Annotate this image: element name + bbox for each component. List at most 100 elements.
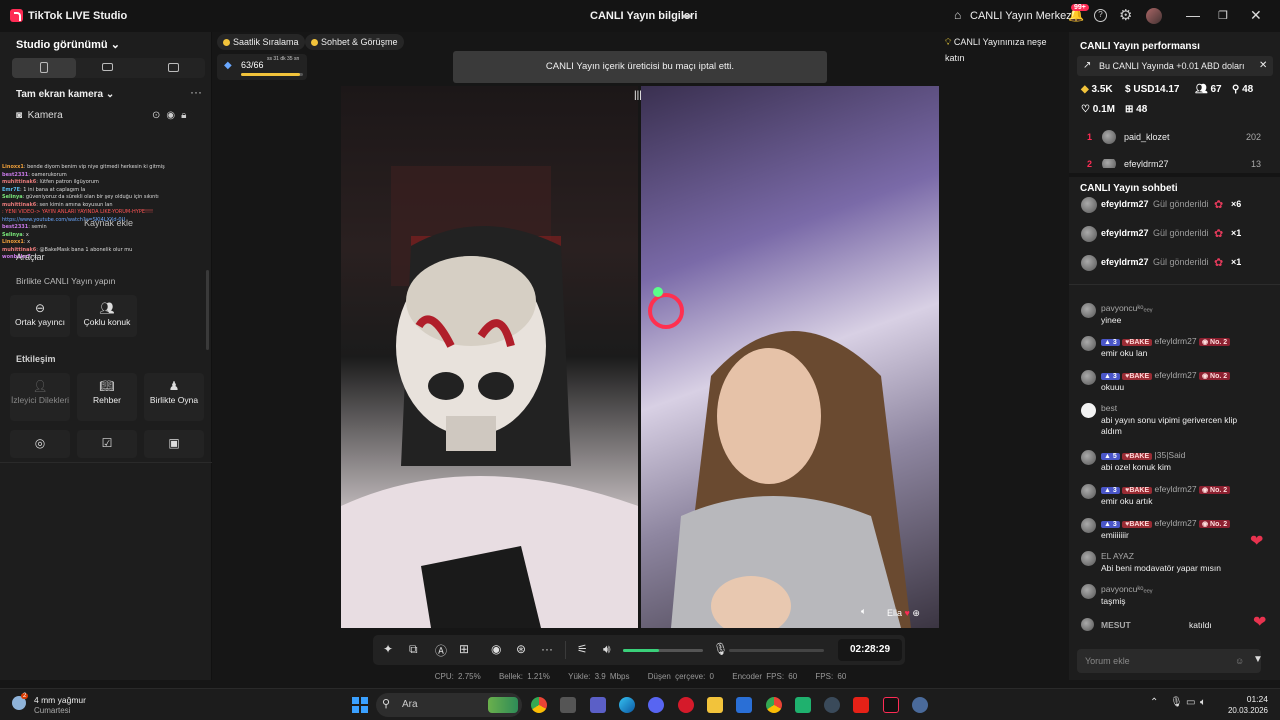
chat-message[interactable]: ▲ 3 ♥BAKE efeyldrm27 ◉ No. 2 okuuu [1081, 370, 1241, 393]
teams-icon[interactable] [590, 697, 606, 713]
fan-badge-label: BAKE [1129, 453, 1150, 460]
overlay-chat-line: Linoxx1: x [2, 239, 207, 247]
viewer-stat: 👥︎ 67 [1195, 84, 1222, 95]
add-joy-pill[interactable]: 💡︎ CANLI Yayınınıza neşe katın [939, 34, 1068, 63]
avatar[interactable] [1146, 8, 1162, 24]
overlay-chat-line: muhittinak6: sen kimin amına koyusun lan [2, 202, 207, 210]
viewer-wishes-button[interactable]: 👤︎ İzleyici Dilekleri [10, 373, 70, 421]
windows-start-icon[interactable] [352, 697, 368, 713]
maximize-icon[interactable]: ❐ [1218, 9, 1228, 22]
speaker-icon[interactable]: 🔈︎ [861, 606, 866, 617]
home-icon[interactable]: ⌂ [954, 8, 961, 22]
screen-icon[interactable]: ⊞ [459, 642, 469, 656]
explorer-icon[interactable] [707, 697, 723, 713]
speaker-icon[interactable]: 🔈︎ [1200, 697, 1206, 708]
camera-switch-icon[interactable]: ⊛ [516, 642, 526, 656]
emoji-icon[interactable]: ☺ [1235, 649, 1244, 673]
play-together-button[interactable]: ♟ Birlikte Oyna [144, 373, 204, 421]
chat-message[interactable]: EL AYAZ Abi beni modavatör yapar mısın [1081, 551, 1241, 574]
cohost-button[interactable]: ⊖ Ortak yayıncı [10, 295, 70, 337]
weather-text[interactable]: 4 mm yağmur [34, 695, 86, 705]
chat-user: efeyldrm27 [1154, 518, 1197, 528]
chrome-2-icon[interactable] [766, 697, 782, 713]
host-video[interactable] [341, 86, 638, 628]
left-scrollbar[interactable] [206, 270, 209, 350]
magic-icon[interactable]: ✦ [383, 642, 393, 656]
chat-message[interactable]: ▲ 5 ♥BAKE |35|Said abi ozel konuk kim [1081, 450, 1241, 473]
store-icon[interactable] [560, 697, 576, 713]
tool-button-2[interactable]: ☑ [77, 430, 137, 458]
close-icon[interactable]: ✕ [1259, 56, 1267, 76]
share-icon[interactable]: ➦ [682, 9, 692, 23]
taskbar-search[interactable]: ⚲ Ara [376, 693, 522, 717]
ranking-row[interactable]: 1 paid_klozet 202 [1087, 130, 1277, 144]
chrome-icon[interactable] [531, 697, 547, 713]
rose-icon: ✿ [1214, 228, 1224, 240]
tiktok-icon[interactable] [883, 697, 899, 713]
rank-badge-label: No. 2 [1210, 487, 1228, 494]
portrait-option[interactable] [12, 58, 76, 78]
chevron-up-icon[interactable]: ⌃ [1150, 697, 1158, 708]
settings-icon[interactable] [912, 697, 928, 713]
chat-message[interactable]: best abi yayın sonu vipimi gerivercen kli… [1081, 403, 1241, 437]
ai-icon[interactable]: Ⓐ [435, 642, 447, 659]
edge-icon[interactable] [619, 697, 635, 713]
hourly-ranking-pill[interactable]: Saatlik Sıralama [217, 34, 305, 50]
more-icon[interactable]: ··· [190, 85, 202, 99]
chat-message[interactable]: ▲ 3 ♥BAKE efeyldrm27 ◉ No. 2 emir oku art… [1081, 484, 1241, 507]
lock-icon[interactable]: 🔒︎ [181, 110, 192, 121]
volume-icon[interactable]: 🔊︎ [603, 642, 611, 657]
record-icon[interactable]: ◉ [491, 642, 501, 656]
target-icon[interactable]: ⊙ [152, 110, 166, 121]
close-icon[interactable]: ✕ [1250, 7, 1262, 24]
live-center-link[interactable]: CANLI Yayın Merkezi [970, 10, 1074, 22]
tool-button-1[interactable]: ◎ [10, 430, 70, 458]
send-icon[interactable]: ▼ [1253, 654, 1263, 665]
mic-slider[interactable] [729, 649, 824, 652]
gear-icon[interactable]: ⚙ [1119, 6, 1132, 24]
volume-fill [623, 649, 659, 652]
usd-value: USD14.17 [1133, 84, 1180, 95]
clock-date[interactable]: 20.03.2026 [1218, 706, 1268, 715]
guest-video[interactable] [641, 86, 939, 628]
app-green-icon[interactable] [795, 697, 811, 713]
fullscreen-camera-section[interactable]: Tam ekran kamera ⌄ [16, 89, 114, 100]
multi-guest-button[interactable]: 👥︎ Çoklu konuk [77, 295, 137, 337]
chat-meet-pill[interactable]: Sohbet & Görüşme [305, 34, 404, 50]
chat-message[interactable]: pavyoncuᵏᵒₑₑᵧ yinee [1081, 303, 1241, 326]
earnings-banner[interactable]: ↗ Bu CANLI Yayında +0.01 ABD doları ✕ [1077, 56, 1273, 76]
microphone-icon[interactable]: 🎙︎ [713, 642, 728, 656]
volume-slider[interactable] [623, 649, 703, 652]
guest-name-tag[interactable]: Ella ♥ ⊕ [887, 608, 920, 619]
minimize-icon[interactable]: — [1186, 7, 1200, 23]
add-icon[interactable]: ⊕ [912, 608, 920, 618]
microphone-icon[interactable]: 🎙︎ [1170, 697, 1183, 708]
guide-button[interactable]: 📖︎ Rehber [77, 373, 137, 421]
studio-view-dropdown[interactable]: Studio görünümü ⌄ [16, 38, 120, 51]
comment-input[interactable]: Yorum ekle ☺ [1077, 649, 1261, 673]
gift-user: efeyldrm27 [1101, 199, 1149, 209]
tool-button-3[interactable]: ▣ [144, 430, 204, 458]
split-icon[interactable] [168, 63, 179, 72]
viewer-value: 67 [1210, 84, 1222, 95]
more-icon[interactable]: ··· [541, 642, 553, 656]
help-icon[interactable]: ? [1094, 9, 1107, 22]
effects-icon[interactable]: ⧉ [409, 642, 418, 657]
rank-widget[interactable]: ◆ 63/66 ss 31 dk 35 sn [217, 54, 307, 80]
clock-time[interactable]: 01:24 [1218, 694, 1268, 704]
mail-icon[interactable] [736, 697, 752, 713]
opera-icon[interactable] [678, 697, 694, 713]
network-icon[interactable]: ▭ [1186, 697, 1195, 708]
youtube-icon[interactable] [853, 697, 869, 713]
ranking-row[interactable]: 2 efeyldrm27 13 [1087, 159, 1277, 168]
steam-icon[interactable] [824, 697, 840, 713]
eye-icon[interactable]: ◉ [166, 110, 181, 121]
landscape-icon[interactable] [102, 63, 113, 71]
settings-sliders-icon[interactable]: ⚟ [577, 642, 588, 656]
chat-message[interactable]: ▲ 3 ♥BAKE efeyldrm27 ◉ No. 2 emiiiiiiir [1081, 518, 1241, 541]
chat-message[interactable]: pavyoncuᵏᵒₑₑᵧ taşmiş [1081, 584, 1241, 607]
camera-source-row[interactable]: ◙ Kamera [16, 110, 63, 121]
orientation-switch[interactable] [12, 58, 205, 78]
discord-icon[interactable] [648, 697, 664, 713]
chat-message[interactable]: ▲ 3 ♥BAKE efeyldrm27 ◉ No. 2 emir oku lan [1081, 336, 1241, 359]
